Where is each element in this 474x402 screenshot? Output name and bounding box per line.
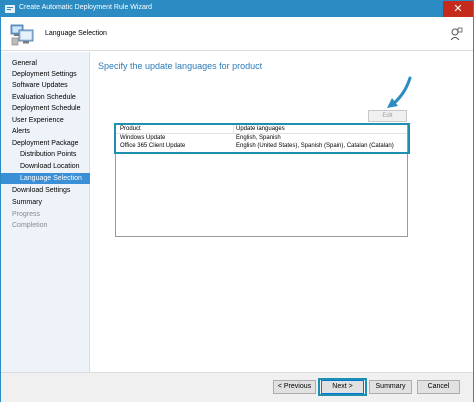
nav-item-completion: Completion	[1, 220, 90, 231]
nav-item-evaluation-schedule[interactable]: Evaluation Schedule	[1, 92, 90, 103]
nav-item-label: Completion	[12, 222, 48, 229]
nav-item-label: General	[12, 60, 37, 67]
nav-item-user-experience[interactable]: User Experience	[1, 115, 90, 126]
nav-item-label: Distribution Points	[20, 151, 77, 158]
nav-item-label: Summary	[12, 199, 42, 206]
nav-item-label: User Experience	[12, 117, 64, 124]
edit-button[interactable]: Edit	[368, 110, 407, 122]
nav-item-label: Software Updates	[12, 82, 68, 89]
summary-button[interactable]: Summary	[369, 380, 412, 394]
nav-item-deployment-schedule[interactable]: Deployment Schedule	[1, 103, 90, 114]
nav-item-label: Deployment Schedule	[12, 105, 81, 112]
nav-item-deployment-settings[interactable]: Deployment Settings	[1, 69, 90, 80]
wizard-content: Specify the update languages for product…	[91, 52, 473, 372]
nav-item-summary[interactable]: Summary	[1, 197, 90, 208]
cancel-button[interactable]: Cancel	[417, 380, 460, 394]
nav-item-label: Evaluation Schedule	[12, 94, 76, 101]
nav-item-download-settings[interactable]: Download Settings	[1, 185, 90, 196]
nav-item-label: Progress	[12, 211, 41, 218]
nav-item-progress: Progress	[1, 209, 90, 220]
close-button[interactable]: ✕	[443, 1, 473, 17]
page-heading: Language Selection	[45, 30, 107, 37]
title-bar[interactable]: Create Automatic Deployment Rule Wizard …	[1, 1, 473, 17]
nav-item-label: Deployment Package	[12, 140, 79, 147]
nav-item-label: Language Selection	[20, 175, 82, 182]
nav-item-label: Download Settings	[12, 187, 71, 194]
nav-item-download-location[interactable]: Download Location	[1, 161, 90, 172]
wizard-header: Language Selection	[1, 17, 473, 51]
close-icon: ✕	[453, 3, 463, 15]
next-button[interactable]: Next >	[321, 380, 364, 394]
wizard-app-icon	[5, 5, 15, 13]
wizard-window: Create Automatic Deployment Rule Wizard …	[0, 0, 474, 402]
computer-wizard-icon	[10, 24, 34, 46]
wizard-nav: General Deployment Settings Software Upd…	[1, 52, 90, 372]
previous-button[interactable]: < Previous	[273, 380, 316, 394]
nav-item-label: Alerts	[12, 128, 30, 135]
nav-item-software-updates[interactable]: Software Updates	[1, 80, 90, 91]
section-title: Specify the update languages for product	[98, 61, 263, 71]
nav-item-general[interactable]: General	[1, 58, 90, 69]
nav-item-alerts[interactable]: Alerts	[1, 126, 90, 137]
help-person-icon[interactable]	[449, 27, 463, 41]
nav-item-label: Deployment Settings	[12, 71, 77, 78]
wizard-footer: < Previous Next > Summary Cancel	[1, 372, 473, 402]
pointer-arrow-icon	[387, 76, 412, 108]
window-title: Create Automatic Deployment Rule Wizard	[19, 4, 153, 11]
nav-item-label: Download Location	[20, 163, 80, 170]
nav-item-deployment-package[interactable]: Deployment Package	[1, 138, 90, 149]
nav-item-language-selection[interactable]: Language Selection	[1, 173, 90, 184]
nav-item-distribution-points[interactable]: Distribution Points	[1, 149, 90, 160]
rows-highlight-frame	[114, 123, 410, 154]
